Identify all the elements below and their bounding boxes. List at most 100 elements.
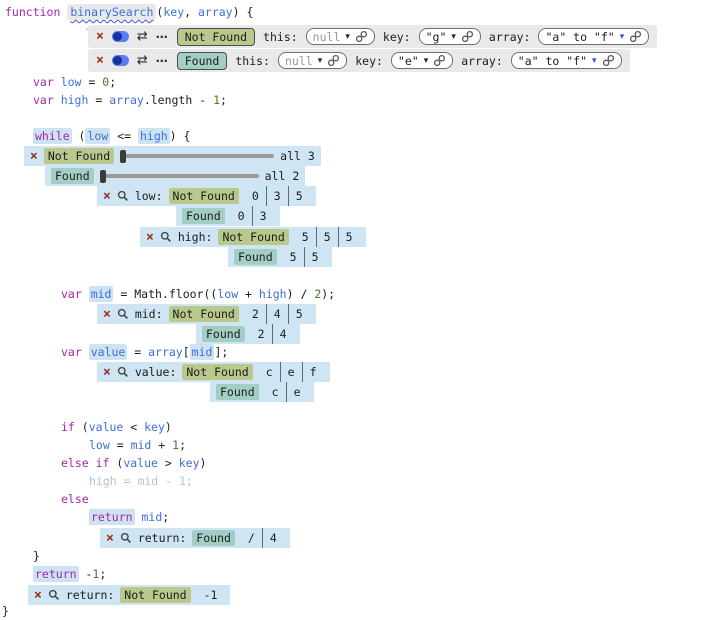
code-line-7[interactable]: if (value < key): [61, 419, 172, 437]
function-name-binarySearch[interactable]: binarySearch: [67, 4, 156, 20]
key-value-select[interactable]: "e" ▾: [391, 52, 453, 69]
status-badge-not-found: Not Found: [169, 306, 239, 322]
value-cell: f: [303, 365, 324, 379]
code-line-2[interactable]: var low = 0;: [33, 74, 116, 92]
status-badge-not-found[interactable]: Not Found: [177, 28, 255, 46]
code-line-5[interactable]: var mid = Math.floor((low + high) / 2);: [61, 286, 335, 304]
magnifier-icon[interactable]: [117, 308, 129, 320]
array-value-select[interactable]: "a" to "f" ▾: [511, 52, 622, 69]
key-value: "g": [426, 30, 447, 44]
code-line-8[interactable]: low = mid + 1;: [89, 437, 186, 455]
keyword-while-traced[interactable]: while: [33, 128, 72, 144]
swap-arrows-icon[interactable]: ⇄: [137, 54, 148, 67]
punct: ): [165, 420, 172, 434]
punct: ];: [214, 345, 228, 359]
this-value-select[interactable]: null ▾: [278, 52, 347, 69]
close-icon[interactable]: ×: [96, 54, 104, 67]
var-low: low: [89, 438, 110, 452]
punct: ) {: [233, 5, 254, 19]
close-icon[interactable]: ×: [103, 190, 111, 203]
hit-count-label: all 3: [280, 149, 315, 163]
var-low: low: [61, 75, 82, 89]
this-value-select[interactable]: null ▾: [306, 28, 375, 45]
var-mid-traced[interactable]: mid: [89, 286, 114, 302]
punct: = Math.floor((: [113, 287, 217, 301]
var-value: value: [123, 456, 158, 470]
keyword-var: var: [61, 345, 89, 359]
toggle-on-icon[interactable]: [112, 31, 129, 42]
array-value-select[interactable]: "a" to "f" ▾: [538, 28, 649, 45]
var-key: key: [144, 420, 165, 434]
close-icon[interactable]: ×: [34, 589, 42, 602]
status-badge-found: Found: [182, 208, 225, 224]
punct: ) /: [287, 287, 315, 301]
var-high-traced[interactable]: high: [138, 128, 170, 144]
status-badge-found[interactable]: Found: [177, 52, 228, 70]
link-icon[interactable]: [433, 54, 446, 67]
slider-thumb[interactable]: [120, 150, 126, 163]
var-low-traced[interactable]: low: [85, 128, 110, 144]
swap-arrows-icon[interactable]: ⇄: [137, 30, 148, 43]
trace-label: return:: [138, 531, 186, 545]
close-icon[interactable]: ×: [106, 532, 114, 545]
this-value: null: [285, 54, 313, 68]
code-line-1[interactable]: function binarySearch(key, array) {: [5, 4, 253, 22]
toggle-on-icon[interactable]: [112, 55, 129, 66]
hit-range-slider[interactable]: [120, 150, 274, 163]
chevron-down-icon: ▾: [424, 56, 429, 66]
code-line-4[interactable]: while (low <= high) {: [33, 128, 190, 146]
code-line-11[interactable]: else: [61, 491, 89, 509]
magnifier-icon[interactable]: [117, 366, 129, 378]
value-cell: 2: [245, 307, 266, 321]
keyword-return-traced[interactable]: return: [89, 509, 135, 525]
punct: ;: [99, 567, 106, 581]
value-cell: 5: [289, 189, 310, 203]
status-badge-found: Found: [202, 326, 245, 342]
code-line-6[interactable]: var value = array[mid];: [61, 344, 228, 362]
code-line-3[interactable]: var high = array.length - 1;: [33, 92, 227, 110]
code-line-15[interactable]: }: [2, 603, 9, 620]
code-line-13[interactable]: }: [33, 548, 40, 566]
close-icon[interactable]: ×: [96, 30, 104, 43]
param-key: key: [163, 5, 184, 19]
trace-row-while-not-found: × Not Found all 3: [24, 146, 321, 166]
var-mid-traced[interactable]: mid: [190, 344, 215, 360]
value-list: ce: [265, 382, 308, 402]
close-icon[interactable]: ×: [103, 308, 111, 321]
close-icon[interactable]: ×: [103, 366, 111, 379]
slider-thumb[interactable]: [100, 170, 106, 183]
keyword-return-traced[interactable]: return: [33, 566, 79, 582]
hit-range-slider[interactable]: [100, 170, 259, 183]
close-icon[interactable]: ×: [146, 231, 154, 244]
code-line-9[interactable]: else if (value > key): [61, 455, 206, 473]
faded-statement: high = mid - 1;: [89, 474, 193, 488]
magnifier-icon[interactable]: [117, 190, 129, 202]
trace-row-low-found: Found 03: [176, 206, 280, 226]
link-icon[interactable]: [602, 54, 615, 67]
magnifier-icon[interactable]: [120, 532, 132, 544]
link-icon[interactable]: [327, 54, 340, 67]
value-list: 03: [231, 206, 274, 226]
close-icon[interactable]: ×: [30, 150, 38, 163]
more-options-icon[interactable]: ⋯: [156, 55, 169, 67]
number: 1: [213, 93, 220, 107]
code-line-14[interactable]: return -1;: [33, 566, 106, 584]
more-options-icon[interactable]: ⋯: [156, 31, 169, 43]
link-icon[interactable]: [355, 30, 368, 43]
code-line-10-unexecuted[interactable]: high = mid - 1;: [89, 473, 193, 491]
code-line-12[interactable]: return mid;: [89, 509, 169, 527]
key-value-select[interactable]: "g" ▾: [419, 28, 481, 45]
trace-row-value-found: Found ce: [210, 382, 314, 402]
status-badge-not-found: Not Found: [169, 188, 239, 204]
slider-track[interactable]: [124, 154, 274, 158]
punct: +: [151, 438, 172, 452]
var-value-traced[interactable]: value: [89, 344, 128, 360]
magnifier-icon[interactable]: [160, 231, 172, 243]
value-list: 035: [245, 186, 310, 206]
slider-track[interactable]: [104, 174, 259, 178]
value-cell: -1: [197, 588, 225, 602]
link-icon[interactable]: [461, 30, 474, 43]
key-label: key:: [383, 30, 411, 44]
magnifier-icon[interactable]: [48, 589, 60, 601]
link-icon[interactable]: [629, 30, 642, 43]
